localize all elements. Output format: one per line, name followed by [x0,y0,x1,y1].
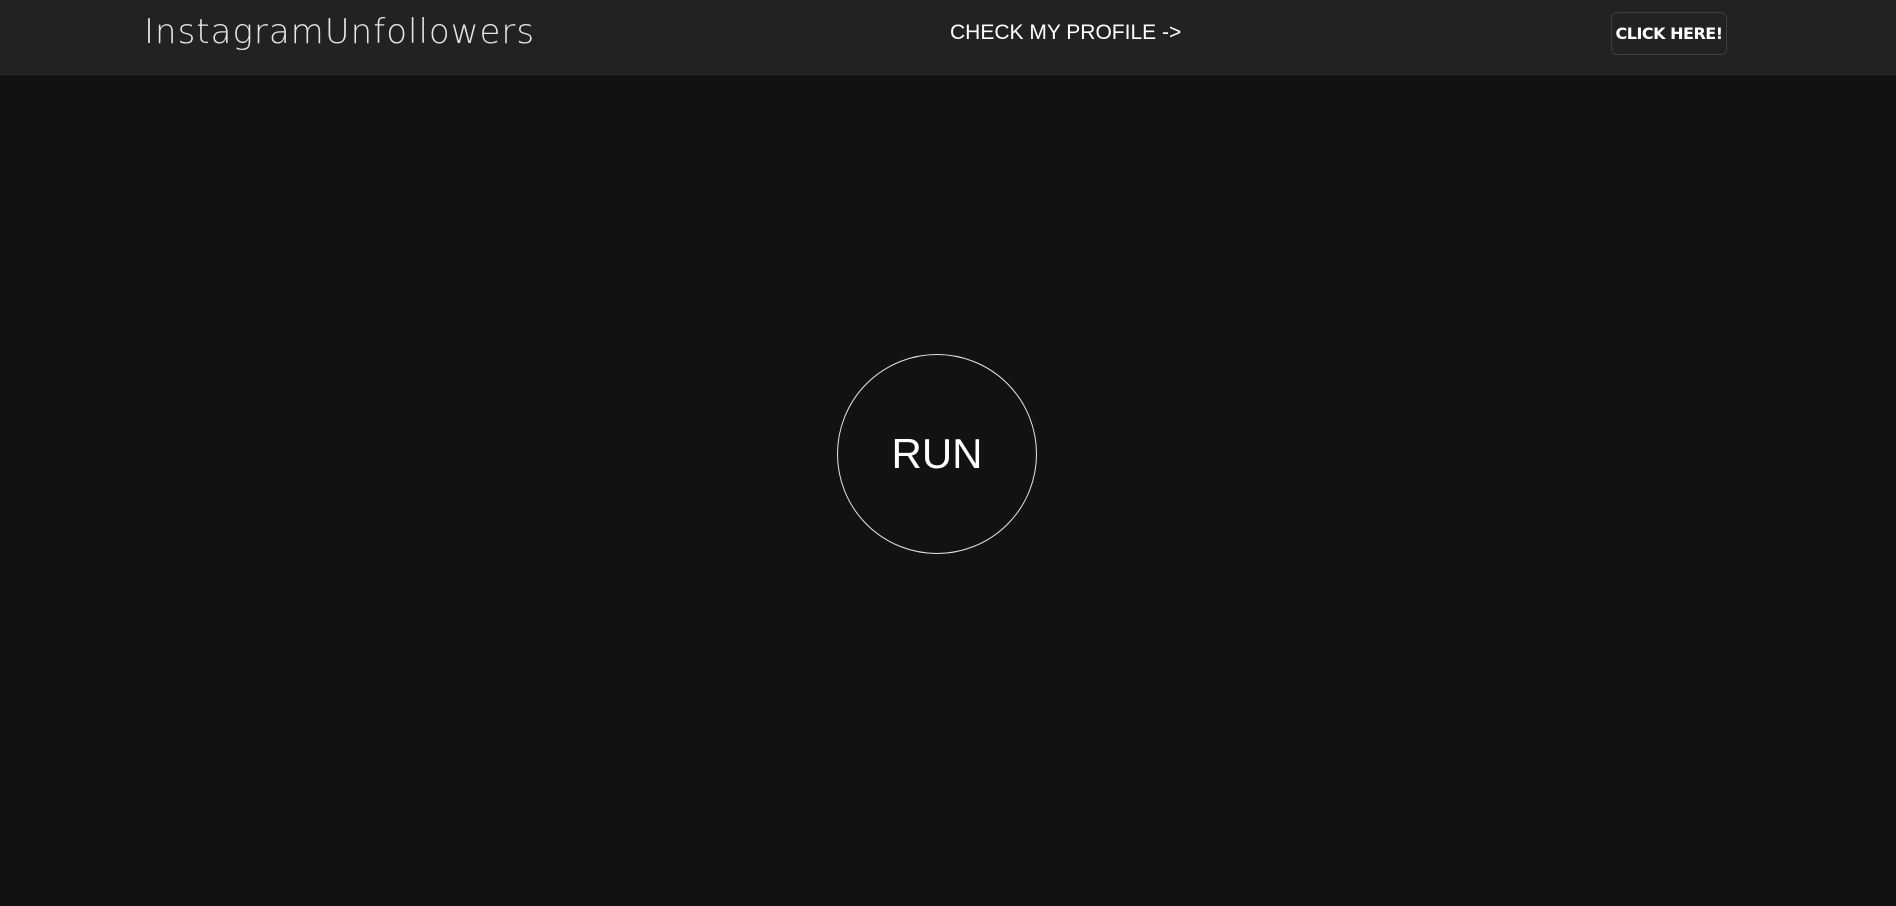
check-profile-link[interactable]: CHECK MY PROFILE -> [950,21,1181,45]
run-button[interactable]: RUN [837,354,1037,554]
click-here-button[interactable]: CLICK HERE! [1611,12,1727,55]
run-button-label: RUN [891,430,983,477]
app-brand-title: InstagramUnfollowers [144,12,536,52]
top-navbar: InstagramUnfollowers CHECK MY PROFILE ->… [0,0,1896,75]
